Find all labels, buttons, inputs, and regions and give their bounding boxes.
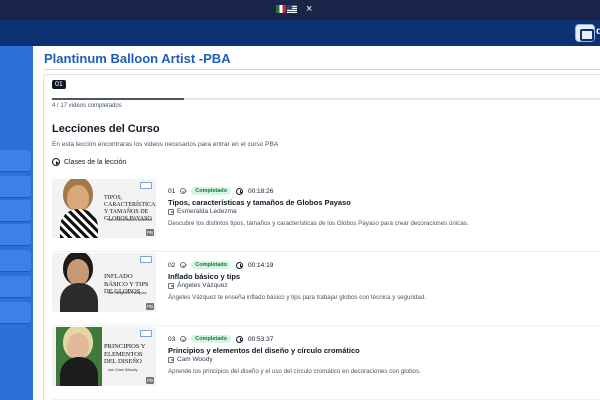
lesson-title[interactable]: Tipos, características y tamaños de Glob… — [168, 198, 351, 207]
row-divider — [52, 251, 600, 252]
lesson-title[interactable]: Inflado básico y tips — [168, 272, 240, 281]
thumbnail-title: Principios y elementos del diseño — [104, 343, 146, 365]
watermark-icon: PB — [145, 377, 154, 384]
check-circle-icon — [180, 336, 187, 342]
sidebar-item[interactable] — [0, 250, 31, 272]
page-title: Plantinum Balloon Artist -PBA — [44, 51, 231, 66]
progress-bar — [52, 98, 600, 100]
main-content: Plantinum Balloon Artist -PBA 01 4 / 17 … — [33, 46, 600, 400]
lesson-description: Ángeles Vázquez te enseña inflado básico… — [168, 294, 426, 301]
lesson-item[interactable]: Tipos, características y tamaños de Glob… — [52, 179, 600, 241]
lesson-author: Esmeralda Ledezma — [168, 208, 237, 215]
mexico-flag-icon[interactable] — [276, 5, 286, 13]
section-description: En esta lección encontraras los videos n… — [52, 141, 279, 148]
lesson-thumbnail[interactable]: Tipos, características y tamaños de Glob… — [52, 179, 156, 238]
title-divider — [44, 69, 600, 70]
lesson-thumbnail[interactable]: Inflado básico y tips de globos con Ánge… — [52, 253, 156, 312]
lesson-item[interactable]: Inflado básico y tips de globos con Ánge… — [52, 253, 600, 315]
lesson-meta: 01 Completado 00:18:26 — [168, 187, 273, 195]
user-icon — [168, 282, 174, 289]
sidebar-item[interactable] — [0, 276, 31, 298]
lesson-thumbnail[interactable]: Principios y elementos del diseño con Ca… — [52, 327, 156, 386]
close-icon[interactable]: × — [306, 3, 312, 16]
status-badge: Completado — [191, 335, 232, 343]
lesson-duration: 00:14:19 — [248, 261, 274, 269]
author-name: Ángeles Vázquez — [177, 282, 228, 289]
author-name: Esmeralda Ledezma — [177, 208, 237, 215]
sidebar-item[interactable] — [0, 224, 31, 246]
thumbnail-byline: con Esmeralda Ledezma — [108, 217, 153, 222]
toggle-label: Clases de la lección — [64, 158, 127, 166]
user-icon — [168, 356, 174, 363]
lesson-duration: 00:18:26 — [248, 187, 274, 195]
clock-icon — [236, 335, 244, 343]
brand-logo-icon — [140, 330, 152, 337]
play-circle-icon — [52, 158, 60, 166]
sidebar-item[interactable] — [0, 176, 31, 198]
clock-icon — [236, 261, 244, 269]
progress-fill — [52, 98, 184, 100]
lesson-description: Aprende los principios del diseño y el u… — [168, 368, 421, 375]
lesson-item[interactable]: Principios y elementos del diseño con Ca… — [52, 327, 600, 389]
lesson-number: 02 — [168, 261, 176, 269]
sidebar — [0, 46, 33, 400]
lesson-author: Cam Woody — [168, 356, 213, 363]
instructor-photo — [56, 253, 102, 312]
top-language-bar: × — [0, 0, 600, 20]
watermark-icon: PB — [145, 229, 154, 236]
check-circle-icon — [180, 188, 187, 194]
sidebar-item[interactable] — [0, 200, 31, 222]
sidebar-item[interactable] — [0, 150, 31, 172]
lesson-description: Descubre los distintos tipos, tamaños y … — [168, 220, 469, 227]
user-icon — [168, 208, 174, 215]
lesson-classes-toggle[interactable]: Clases de la lección — [52, 158, 126, 166]
module-badge: 01 — [52, 80, 66, 89]
lesson-duration: 00:53:37 — [248, 335, 274, 343]
lesson-number: 01 — [168, 187, 176, 195]
instructor-photo — [56, 179, 102, 238]
lesson-meta: 03 Completado 00:53:37 — [168, 335, 273, 343]
row-divider — [52, 325, 600, 326]
progress-text: 4 / 17 videos completados — [52, 103, 122, 109]
lesson-number: 03 — [168, 335, 176, 343]
user-avatar-icon[interactable] — [575, 24, 595, 42]
status-badge: Completado — [191, 261, 232, 269]
instructor-photo — [56, 327, 102, 386]
lesson-title[interactable]: Principios y elementos del diseño y círc… — [168, 346, 360, 355]
author-name: Cam Woody — [177, 356, 213, 363]
usa-flag-icon[interactable] — [287, 5, 297, 13]
brand-logo-icon — [140, 256, 152, 263]
thumbnail-byline: con Ángeles Vázquez — [108, 290, 147, 295]
status-badge: Completado — [191, 187, 232, 195]
check-circle-icon — [180, 262, 187, 268]
section-title: Lecciones del Curso — [52, 123, 160, 135]
thumbnail-byline: con Cam Woody — [108, 367, 138, 372]
app-header: d — [0, 20, 600, 46]
watermark-icon: PB — [145, 303, 154, 310]
user-name[interactable]: d — [596, 26, 600, 37]
lesson-meta: 02 Completado 00:14:19 — [168, 261, 273, 269]
course-card: 01 4 / 17 videos completados Lecciones d… — [43, 74, 600, 400]
clock-icon — [236, 187, 244, 195]
sidebar-item[interactable] — [0, 302, 31, 324]
brand-logo-icon — [140, 182, 152, 189]
lesson-author: Ángeles Vázquez — [168, 282, 228, 289]
